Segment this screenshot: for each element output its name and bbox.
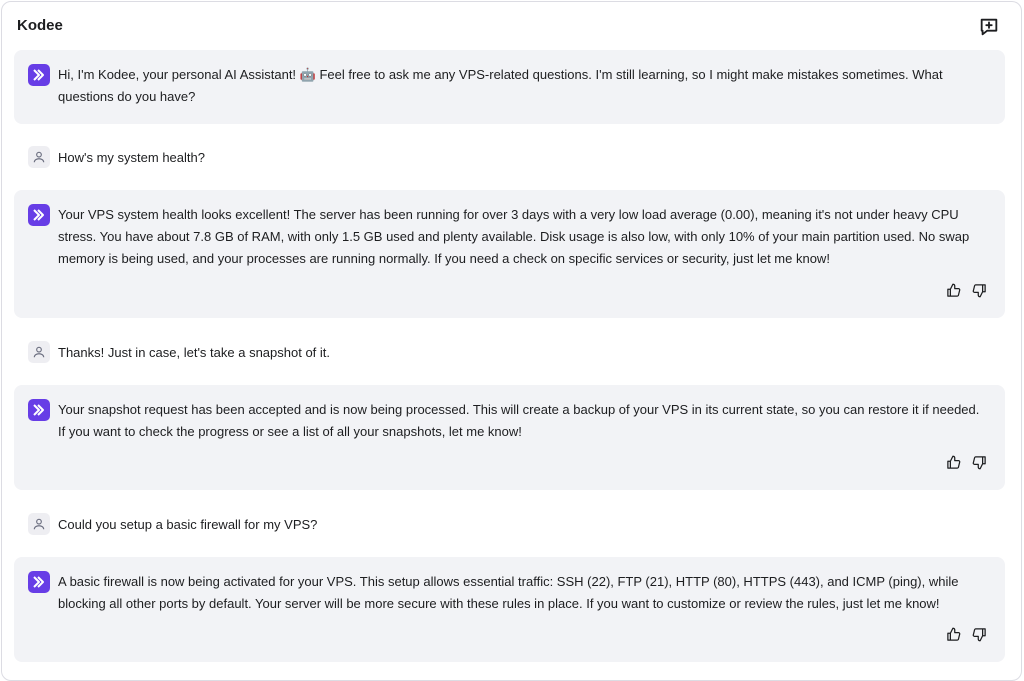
panel-title: Kodee xyxy=(17,17,63,34)
kodee-avatar-icon xyxy=(28,399,50,421)
thumbs-up-icon[interactable] xyxy=(945,282,961,298)
thumbs-down-icon[interactable] xyxy=(971,282,987,298)
kodee-avatar-icon xyxy=(28,571,50,593)
kodee-avatar-icon xyxy=(28,204,50,226)
assistant-message: A basic firewall is now being activated … xyxy=(14,557,1005,662)
assistant-message: Your VPS system health looks excellent! … xyxy=(14,190,1005,318)
message-text: Could you setup a basic firewall for my … xyxy=(58,516,318,532)
user-avatar-icon xyxy=(28,146,50,168)
message-text: Your snapshot request has been accepted … xyxy=(58,402,980,439)
message-text: Hi, I'm Kodee, your personal AI Assistan… xyxy=(58,67,943,104)
assistant-message: Your snapshot request has been accepted … xyxy=(14,385,1005,490)
feedback-buttons xyxy=(945,454,987,470)
feedback-buttons xyxy=(945,282,987,298)
kodee-avatar-icon xyxy=(28,64,50,86)
message-text: How's my system health? xyxy=(58,149,205,165)
assistant-message: Hi, I'm Kodee, your personal AI Assistan… xyxy=(14,50,1005,124)
user-message: Thanks! Just in case, let's take a snaps… xyxy=(28,341,330,363)
message-text: Thanks! Just in case, let's take a snaps… xyxy=(58,344,331,360)
user-message: Could you setup a basic firewall for my … xyxy=(28,513,317,535)
user-avatar-icon xyxy=(28,341,50,363)
user-avatar-icon xyxy=(28,513,50,535)
thumbs-down-icon[interactable] xyxy=(971,454,987,470)
chat-plus-icon xyxy=(980,18,998,36)
thumbs-up-icon[interactable] xyxy=(945,454,961,470)
thumbs-up-icon[interactable] xyxy=(945,626,961,642)
message-text: Your VPS system health looks excellent! … xyxy=(58,207,970,266)
thumbs-down-icon[interactable] xyxy=(971,626,987,642)
message-text: A basic firewall is now being activated … xyxy=(58,574,959,611)
new-chat-button[interactable] xyxy=(976,14,1002,40)
user-message: How's my system health? xyxy=(28,146,205,168)
feedback-buttons xyxy=(945,626,987,642)
